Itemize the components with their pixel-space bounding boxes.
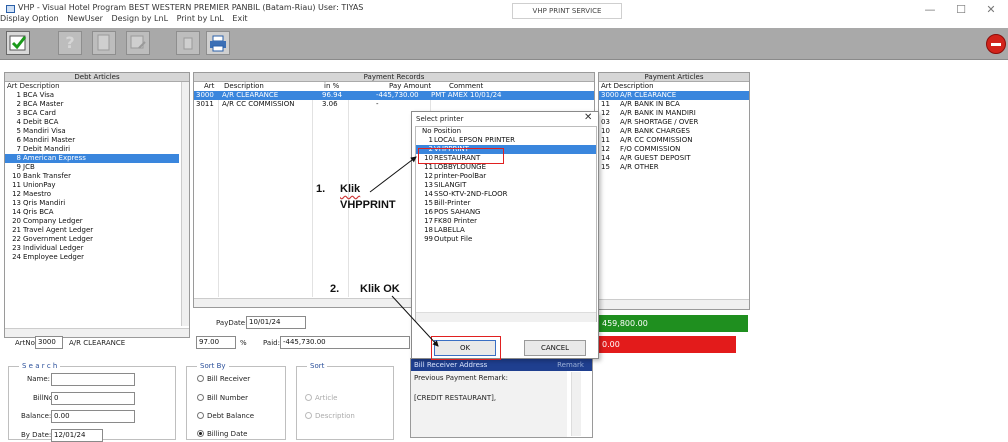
step1-arrow bbox=[369, 156, 417, 193]
annotation-arrows bbox=[369, 156, 439, 347]
step2-arrow bbox=[391, 295, 439, 347]
